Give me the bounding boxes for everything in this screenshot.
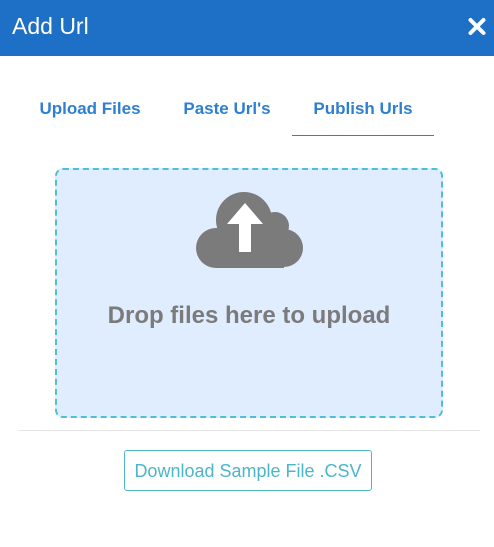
tab-paste-urls[interactable]: Paste Url's — [164, 80, 290, 136]
tab-bar: Upload Files Paste Url's Publish Urls — [18, 80, 476, 138]
close-icon — [468, 18, 486, 35]
tab-upload-files[interactable]: Upload Files — [18, 80, 162, 136]
dialog-title: Add Url — [12, 13, 89, 39]
tab-publish-urls[interactable]: Publish Urls — [292, 80, 434, 136]
cloud-upload-icon — [196, 192, 303, 268]
download-sample-csv-button[interactable]: Download Sample File .CSV — [124, 450, 372, 491]
dropzone-text: Drop files here to upload — [107, 302, 391, 329]
dialog-header: Add Url — [0, 0, 494, 56]
close-button[interactable] — [468, 16, 486, 36]
file-dropzone[interactable]: Drop files here to upload — [55, 168, 443, 418]
add-url-dialog: Add Url Upload Files Paste Url's Publish… — [0, 0, 494, 547]
divider — [18, 430, 480, 431]
